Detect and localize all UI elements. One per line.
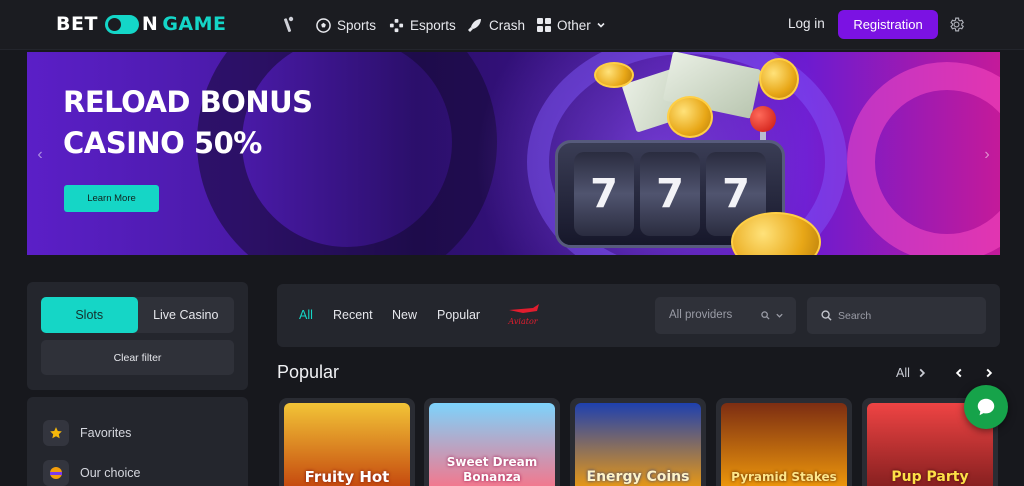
banner-title-line2: CASINO 50% <box>63 126 262 160</box>
filter-tab-all[interactable]: All <box>299 308 313 322</box>
learn-more-button[interactable]: Learn More <box>64 185 159 212</box>
game-thumbnail: Energy Coins <box>575 403 701 486</box>
coin-image <box>667 96 713 138</box>
search-placeholder: Search <box>838 310 872 322</box>
cricket-icon <box>284 16 294 32</box>
login-link[interactable]: Log in <box>788 16 825 31</box>
game-thumbnail: Sweet Dream Bonanza <box>429 403 555 486</box>
nav-crash-label: Crash <box>489 17 526 33</box>
search-icon <box>761 311 770 320</box>
aviator-logo[interactable]: Aviator <box>503 301 543 331</box>
grid-icon <box>537 18 551 32</box>
nav-esports[interactable]: Esports <box>389 15 456 35</box>
chevron-left-icon <box>955 368 962 378</box>
slot-lever-ball <box>750 106 776 132</box>
sidebar-item-label: Favorites <box>80 426 132 440</box>
slot-reel: 7 <box>574 152 634 236</box>
category-filter-card: Slots Live Casino Clear filter <box>27 282 248 390</box>
game-title: Fruity Hot <box>304 468 390 486</box>
banner-title: RELOAD BONUS CASINO 50% <box>63 82 313 164</box>
clear-filter-button[interactable]: Clear filter <box>41 340 234 375</box>
banner-prev-icon[interactable]: ‹ <box>31 140 49 170</box>
nav-cricket[interactable] <box>281 15 301 35</box>
tab-slots[interactable]: Slots <box>41 297 138 333</box>
chat-bubble-icon <box>977 398 995 416</box>
game-filter-bar: All Recent New Popular Aviator All provi… <box>277 284 1000 347</box>
nav-other[interactable]: Other <box>537 15 612 35</box>
game-title: Pup Party <box>891 469 969 485</box>
nav-esports-label: Esports <box>410 17 456 33</box>
banner-next-icon[interactable]: › <box>978 140 996 170</box>
carousel-next-button[interactable] <box>980 364 998 382</box>
star-icon <box>43 420 69 446</box>
promo-banner[interactable]: 7 7 7 RELOAD BONUS CASINO 50% Learn More… <box>27 52 1000 255</box>
game-title: Sweet Dream Bonanza <box>446 455 538 484</box>
logo-toggle-icon <box>104 14 139 34</box>
filter-tab-popular[interactable]: Popular <box>437 308 480 322</box>
coin-image <box>759 58 799 100</box>
game-title: Pyramid Stakes <box>731 470 837 484</box>
chevron-down-icon <box>776 313 783 318</box>
nav-sports[interactable]: Sports <box>316 15 376 35</box>
registration-button[interactable]: Registration <box>838 10 938 39</box>
search-icon <box>821 310 832 321</box>
filter-tab-new[interactable]: New <box>392 308 417 322</box>
filter-tab-recent[interactable]: Recent <box>333 308 373 322</box>
gear-icon[interactable] <box>948 16 965 33</box>
game-card[interactable]: Fruity Hot <box>279 398 415 486</box>
chevron-right-icon <box>919 368 925 378</box>
logo-bet: BET <box>56 13 98 35</box>
chevron-down-icon <box>597 22 605 28</box>
tab-live-casino[interactable]: Live Casino <box>138 297 235 333</box>
nav-crash[interactable]: Crash <box>467 15 525 35</box>
sidebar-item-label: Our choice <box>80 466 141 480</box>
brand-logo[interactable]: BET N GAME <box>56 12 227 36</box>
chevron-right-icon <box>986 368 993 378</box>
providers-label: All providers <box>669 309 733 321</box>
gamepad-icon <box>389 18 404 32</box>
live-chat-button[interactable] <box>964 385 1008 429</box>
popular-all-label: All <box>896 366 910 380</box>
soccer-ball-icon <box>316 17 331 33</box>
logo-game: GAME <box>162 13 227 35</box>
nav-other-label: Other <box>557 17 591 33</box>
search-input[interactable]: Search <box>807 297 986 334</box>
game-thumbnail: Pyramid Stakes <box>721 403 847 486</box>
banner-title-line1: RELOAD BONUS <box>63 85 313 119</box>
carousel-prev-button[interactable] <box>950 364 968 382</box>
top-header: BET N GAME Sports Esports Crash Other Lo… <box>0 0 1024 50</box>
nav-sports-label: Sports <box>337 17 377 33</box>
popular-all-link[interactable]: All <box>896 366 928 380</box>
category-segmented-control: Slots Live Casino <box>41 297 234 333</box>
sidebar-item-our-choice[interactable]: Our choice <box>43 459 140 486</box>
logo-n: N <box>141 13 159 35</box>
game-card[interactable]: Sweet Dream Bonanza <box>424 398 560 486</box>
coin-image <box>594 62 634 88</box>
badge-icon <box>43 460 69 486</box>
sidebar-item-favorites[interactable]: Favorites <box>43 419 131 447</box>
svg-text:Aviator: Aviator <box>507 317 538 326</box>
slot-reel: 7 <box>640 152 700 236</box>
sidebar-menu: Favorites Our choice <box>27 397 248 486</box>
game-card[interactable]: Energy Coins <box>570 398 706 486</box>
section-title-popular: Popular <box>277 362 340 382</box>
game-title: Energy Coins <box>586 469 690 485</box>
game-card[interactable]: Pyramid Stakes <box>716 398 852 486</box>
providers-dropdown[interactable]: All providers <box>655 297 796 334</box>
rocket-icon <box>468 19 481 32</box>
game-thumbnail: Fruity Hot <box>284 403 410 486</box>
